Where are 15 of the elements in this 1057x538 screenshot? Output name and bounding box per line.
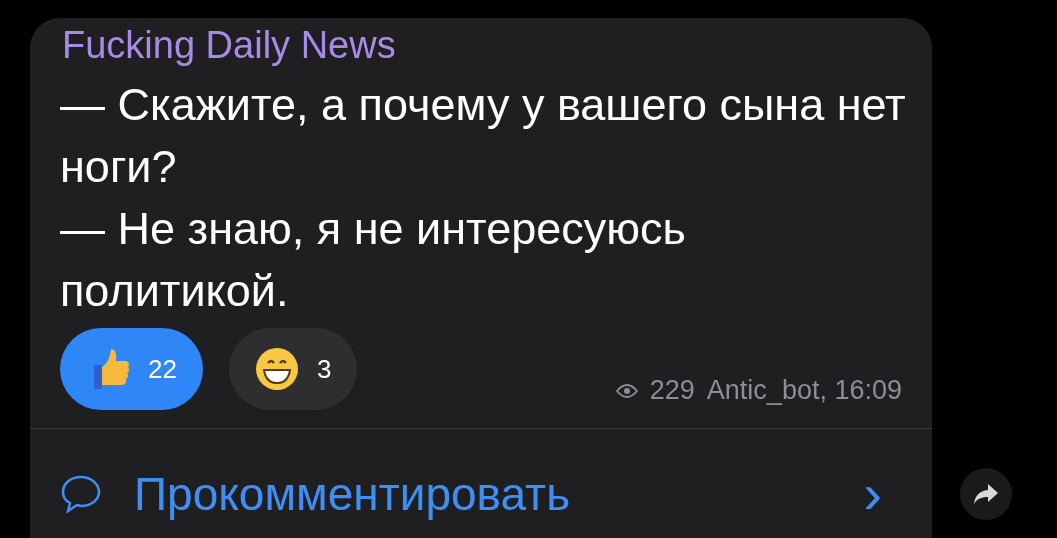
- grinning-face-icon: [254, 347, 299, 391]
- reaction-button[interactable]: 22: [60, 328, 203, 410]
- speech-bubble-icon: [60, 473, 102, 514]
- comment-label: Прокомментировать: [134, 466, 572, 521]
- message-text: — Не знаю, я не интересуюсь политикой.: [59, 202, 687, 318]
- channel-name: Fucking Daily News: [61, 23, 397, 68]
- eye-icon: [615, 383, 638, 398]
- share-button[interactable]: [960, 468, 1012, 520]
- reaction-button[interactable]: 3: [228, 328, 358, 410]
- message-text: — Скажите, а почему у вашего сына нет ноги?: [59, 78, 907, 194]
- view-count: 229: [649, 375, 695, 406]
- chevron-text: ›: [863, 461, 882, 526]
- share-icon: [973, 483, 999, 505]
- comment-link[interactable]: Прокомментировать ›: [30, 429, 932, 526]
- signature-time: Antic_bot, 16:09: [706, 375, 902, 406]
